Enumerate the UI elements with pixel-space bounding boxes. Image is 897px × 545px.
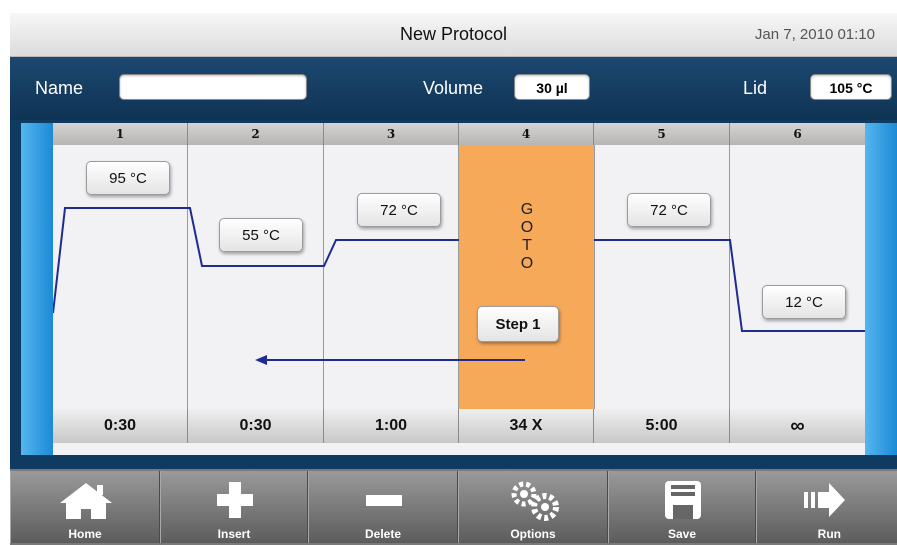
name-field[interactable] [119, 74, 307, 100]
scroll-left-button[interactable] [21, 123, 53, 455]
step-5-header[interactable]: 5 [594, 123, 730, 145]
protocol-info-bar: Name Volume 30 µl Lid 105 °C [10, 57, 897, 120]
goto-letter-o: O [520, 219, 534, 236]
minus-icon [366, 495, 402, 506]
goto-target-button[interactable]: Step 1 [477, 306, 559, 342]
step-5-time[interactable]: 5:00 [594, 409, 730, 443]
title-bar: New Protocol Jan 7, 2010 01:10 [10, 13, 897, 57]
thermal-cycler-app: New Protocol Jan 7, 2010 01:10 Name Volu… [10, 13, 897, 545]
protocol-editor: 1 2 3 4 5 6 95 °C 55 °C 72 °C 72 °C 12 °… [10, 120, 897, 469]
step-2-header[interactable]: 2 [188, 123, 324, 145]
step-6-temperature-button[interactable]: 12 °C [762, 285, 846, 319]
run-button[interactable]: Run [756, 471, 897, 543]
step-1-time[interactable]: 0:30 [53, 409, 188, 443]
run-label: Run [817, 527, 841, 541]
step-3-temperature-button[interactable]: 72 °C [357, 193, 441, 227]
goto-letter-g: G [520, 201, 534, 218]
step-grid: 1 2 3 4 5 6 95 °C 55 °C 72 °C 72 °C 12 °… [53, 123, 865, 455]
step-2-temperature-button[interactable]: 55 °C [219, 218, 303, 252]
date-time: Jan 7, 2010 01:10 [754, 26, 875, 43]
insert-button[interactable]: Insert [160, 471, 308, 543]
plus-icon [217, 482, 253, 518]
run-arrow-icon [804, 483, 845, 517]
options-label: Options [510, 527, 556, 541]
goto-cycle-count[interactable]: 34 X [459, 409, 594, 443]
delete-label: Delete [364, 527, 402, 541]
lid-temperature-field[interactable]: 105 °C [810, 74, 892, 100]
step-6-time-infinite[interactable]: ∞ [730, 409, 865, 443]
step-4-header[interactable]: 4 [459, 123, 594, 145]
save-button[interactable]: Save [608, 471, 756, 543]
step-5-temperature-button[interactable]: 72 °C [627, 193, 711, 227]
goto-letter-t: T [522, 237, 532, 254]
goto-letter-o2: O [520, 255, 534, 272]
delete-button[interactable]: Delete [308, 471, 458, 543]
name-label: Name [35, 78, 84, 98]
bottom-toolbar: Home Insert Delete Options Save Run [10, 469, 897, 545]
goto-arrow-head [255, 355, 267, 365]
lid-label: Lid [743, 78, 768, 98]
home-icon [60, 483, 112, 519]
save-label: Save [667, 527, 697, 541]
gears-icon [511, 481, 559, 521]
volume-label: Volume [423, 78, 484, 98]
step-3-header[interactable]: 3 [324, 123, 459, 145]
options-button[interactable]: Options [458, 471, 608, 543]
step-6-header[interactable]: 6 [730, 123, 865, 145]
temperature-profile-chart [53, 207, 865, 365]
floppy-disk-icon [665, 481, 701, 519]
step-1-header[interactable]: 1 [53, 123, 188, 145]
step-1-temperature-button[interactable]: 95 °C [86, 161, 170, 195]
home-label: Home [68, 527, 102, 541]
volume-field[interactable]: 30 µl [514, 74, 590, 100]
step-2-time[interactable]: 0:30 [188, 409, 324, 443]
insert-label: Insert [217, 527, 251, 541]
step-3-time[interactable]: 1:00 [324, 409, 459, 443]
home-button[interactable]: Home [10, 471, 160, 543]
scroll-right-button[interactable] [865, 123, 897, 455]
